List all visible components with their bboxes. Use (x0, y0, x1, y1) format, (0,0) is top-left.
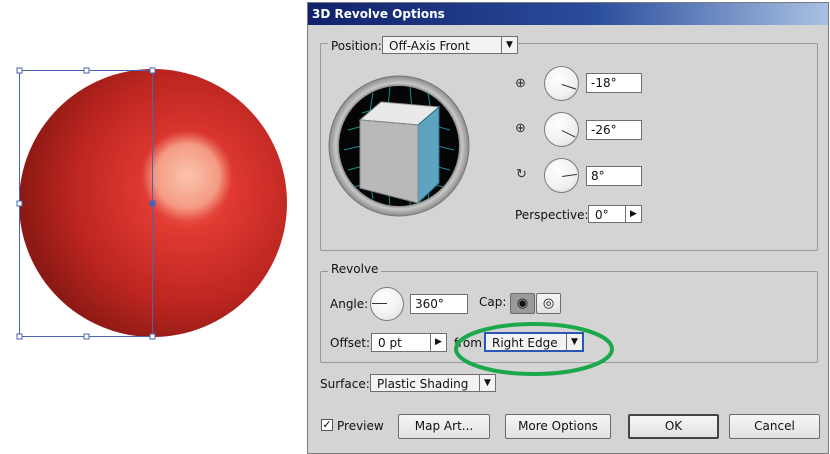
cap-off-button[interactable]: ◎ (536, 293, 561, 314)
dialog-title: 3D Revolve Options (312, 7, 445, 21)
more-options-button[interactable]: More Options (505, 414, 611, 439)
position-preset-dropdown[interactable]: Off-Axis Front ▼ (382, 36, 518, 54)
perspective-label: Perspective: (515, 208, 589, 222)
cap-off-icon: ◎ (542, 296, 555, 311)
surface-value: Plastic Shading (377, 377, 469, 391)
x-rotation-field[interactable]: -18° (586, 73, 642, 93)
position-label: Position: (328, 39, 385, 53)
revolve-title: Revolve (328, 262, 382, 276)
highlight-ellipse (454, 322, 614, 376)
angle-field[interactable]: 360° (410, 294, 468, 314)
preview-checkbox[interactable]: ✓ (321, 419, 333, 431)
y-rotation-field[interactable]: -26° (586, 120, 642, 140)
offset-label: Offset: (330, 336, 371, 350)
chevron-down-icon: ▼ (479, 375, 495, 391)
angle-dial[interactable] (370, 287, 404, 321)
preview-label: Preview (337, 419, 384, 433)
offset-field[interactable]: 0 pt ▶ (371, 333, 447, 352)
chevron-right-icon: ▶ (625, 206, 641, 222)
trackball-cube-preview[interactable] (328, 75, 470, 217)
surface-dropdown[interactable]: Plastic Shading ▼ (370, 374, 496, 392)
rotate-z-icon: ↻ (516, 166, 527, 181)
y-rotation-dial[interactable] (544, 112, 579, 147)
offset-value: 0 pt (378, 336, 402, 350)
cancel-button[interactable]: Cancel (729, 414, 820, 439)
chevron-down-icon: ▼ (501, 37, 517, 53)
title-bar[interactable]: 3D Revolve Options (308, 3, 828, 25)
ok-button[interactable]: OK (628, 414, 719, 439)
perspective-field[interactable]: 0° ▶ (588, 205, 642, 223)
x-rotation-dial[interactable] (544, 66, 579, 101)
checkmark-icon: ✓ (322, 419, 332, 431)
artboard (0, 0, 310, 454)
z-rotation-dial[interactable] (544, 158, 579, 193)
position-preset-value: Off-Axis Front (389, 39, 470, 53)
sphere-artwork[interactable] (0, 0, 310, 454)
map-art-button[interactable]: Map Art... (398, 414, 490, 439)
surface-label: Surface: (320, 377, 370, 391)
rotate-y-icon: ⊕ (515, 120, 526, 135)
revolve-options-dialog: 3D Revolve Options Position: Off-Axis Fr… (307, 2, 829, 454)
rotate-x-icon: ⊕ (515, 75, 526, 90)
cap-label: Cap: (479, 295, 507, 309)
cap-on-button[interactable]: ◉ (510, 293, 535, 314)
z-rotation-field[interactable]: 8° (586, 166, 642, 186)
perspective-value: 0° (595, 208, 609, 222)
chevron-right-icon: ▶ (430, 334, 446, 351)
angle-label: Angle: (330, 297, 369, 311)
cap-on-icon: ◉ (516, 296, 529, 311)
